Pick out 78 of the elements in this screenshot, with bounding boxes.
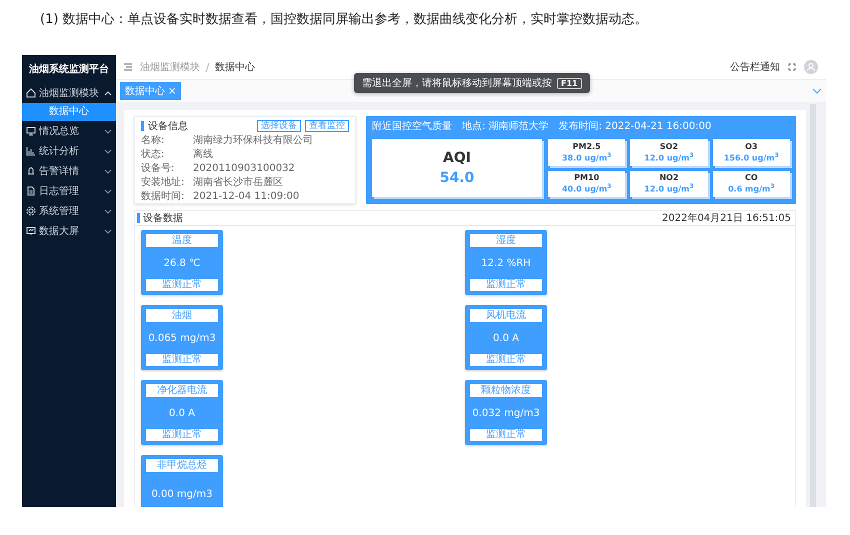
sensor-value: 26.8 ℃ — [162, 256, 202, 271]
sensor-name: 颗粒物浓度 — [470, 384, 542, 398]
title-marker — [141, 121, 144, 131]
sidebar-item[interactable]: 统计分析 — [22, 141, 116, 161]
sensor-value: 0.0 A — [492, 332, 520, 346]
pollutant-name: PM2.5 — [572, 142, 601, 151]
document-icon — [26, 186, 36, 196]
field-value: 2021-12-04 11:09:00 — [193, 190, 300, 202]
sensor-status: 监测正常 — [146, 279, 218, 292]
app-title: 油烟系统监测平台 — [28, 62, 110, 77]
home-icon — [26, 88, 36, 98]
panel-title: 附近国控空气质量 — [372, 120, 452, 133]
gear-icon — [26, 206, 36, 216]
scrollbar[interactable] — [810, 104, 816, 507]
field-label: 安装地址: — [141, 176, 186, 189]
caption-text: (1) 数据中心：单点设备实时数据查看，国控数据同屏输出参考，数据曲线变化分析，实时掌控数据动态。 — [40, 11, 649, 28]
aqi-value: 54.0 — [440, 170, 474, 186]
sensor-value: 0.032 mg/m3 — [471, 406, 541, 421]
field-label: 数据时间: — [141, 190, 186, 203]
sensor-name: 湿度 — [470, 234, 542, 248]
aqi-label: AQI — [443, 150, 471, 166]
pollutant-value: 12.0 ug/m$^{3}$ — [644, 183, 694, 194]
pollutant-name: PM10 — [574, 173, 600, 182]
sensor-status: 监测正常 — [470, 279, 542, 292]
pollutant-name: O3 — [745, 142, 758, 151]
field-value: 湖南省长沙市岳麓区 — [193, 176, 283, 189]
pollutant-value: 38.0 ug/m$^{3}$ — [562, 152, 612, 163]
pollutant-value: 0.6 mg/m$^{3}$ — [728, 183, 775, 194]
fullscreen-icon — [788, 63, 796, 71]
location-text: 地点: 湖南师范大学 — [462, 120, 549, 133]
notice-link[interactable]: 公告栏通知 — [730, 60, 780, 74]
timestamp: 2022年04月21日 16:51:05 — [662, 212, 791, 226]
sensor-value: 0.00 mg/m3 — [150, 488, 214, 502]
monitor-icon — [26, 126, 36, 136]
sensor-status: 监测正常 — [146, 354, 218, 366]
field-value: 2020110903100032 — [193, 162, 295, 174]
sensor-status: 监测正常 — [470, 429, 542, 442]
pollutant-value: 40.0 ug/m$^{3}$ — [562, 183, 612, 194]
sensor-status: 监测正常 — [470, 354, 542, 366]
sensor-name: 净化器电流 — [146, 384, 218, 398]
bar-chart-icon — [26, 146, 36, 156]
menu-icon — [124, 63, 132, 71]
sensor-value: 0.065 mg/m3 — [147, 332, 217, 346]
field-label: 设备号: — [141, 162, 176, 175]
pollutant-name: NO2 — [659, 173, 679, 182]
pollutant-name: CO — [744, 173, 758, 182]
toast-text: 需退出全屏，请将鼠标移动到屏幕顶端或按 — [362, 76, 552, 90]
sensor-name: 温度 — [146, 234, 218, 248]
field-label: 名称: — [141, 134, 166, 147]
pollutant-name: SO2 — [660, 142, 678, 151]
screen-icon — [26, 226, 36, 236]
section-title: 设备数据 — [143, 212, 183, 226]
key-label: F11 — [557, 78, 582, 88]
breadcrumb-item: 数据中心 — [215, 60, 255, 74]
avatar-icon — [804, 60, 818, 74]
sensor-name: 油烟 — [146, 309, 218, 322]
sensor-value: 12.2 %RH — [480, 256, 532, 271]
card-title: 设备信息 — [148, 120, 189, 133]
title-marker — [137, 213, 140, 224]
sensor-name: 非甲烷总烃 — [146, 459, 218, 472]
field-value: 离线 — [193, 148, 213, 161]
pollutant-value: 156.0 ug/m$^{3}$ — [724, 152, 779, 163]
pollutant-value: 12.0 ug/m$^{3}$ — [644, 152, 694, 163]
sidebar-item[interactable]: 情况总览 — [22, 121, 116, 141]
sidebar-item[interactable]: 系统管理 — [22, 201, 116, 221]
chevron-down-icon — [812, 87, 822, 95]
sensor-status: 监测正常 — [146, 429, 218, 442]
sensor-value: 0.0 A — [168, 406, 196, 421]
sidebar-item[interactable]: 油烟监测模块 — [22, 83, 116, 103]
field-value: 湖南绿力环保科技有限公司 — [193, 134, 313, 147]
sensor-name: 风机电流 — [470, 309, 542, 322]
sidebar-item[interactable]: 告警详情 — [22, 161, 116, 181]
bell-icon — [26, 166, 36, 176]
sidebar-item[interactable]: 日志管理 — [22, 181, 116, 201]
publish-time: 发布时间: 2022-04-21 16:00:00 — [558, 120, 712, 133]
slash-icon — [205, 62, 210, 72]
field-label: 状态: — [141, 148, 166, 161]
sidebar-item[interactable]: 数据大屏 — [22, 221, 116, 241]
